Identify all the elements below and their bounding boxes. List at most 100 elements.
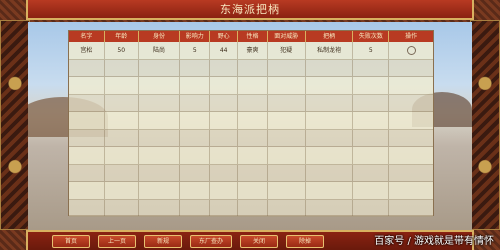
cell-personality xyxy=(238,164,268,181)
table-row xyxy=(69,199,433,217)
table-row xyxy=(69,129,433,147)
header-ambition: 野心 xyxy=(210,31,239,42)
cell-leverage xyxy=(306,147,354,164)
table-row xyxy=(69,77,433,95)
header-fail-count: 失败次数 xyxy=(353,31,390,42)
header-influence: 影响力 xyxy=(180,31,211,42)
cell-personality xyxy=(238,94,268,111)
header-threat-response: 面对威胁 xyxy=(268,31,306,42)
cell-action xyxy=(389,182,433,199)
table-row[interactable]: 宫松 50 陆尚 5 44 豪爽 犯疑 私制龙袍 5 xyxy=(69,42,433,60)
cell-threat-response xyxy=(268,94,306,111)
cell-threat-response xyxy=(268,199,306,216)
cell-ambition xyxy=(210,182,239,199)
cell-leverage xyxy=(306,112,354,129)
cell-age xyxy=(105,147,139,164)
cell-age xyxy=(105,182,139,199)
cell-personality xyxy=(238,147,268,164)
cell-influence xyxy=(180,147,211,164)
cell-ambition xyxy=(210,94,239,111)
prev-page-button[interactable]: 上一页 xyxy=(98,234,136,248)
cell-name xyxy=(69,182,105,199)
cell-personality: 豪爽 xyxy=(238,42,268,59)
header-age: 年龄 xyxy=(105,31,139,42)
cell-age: 50 xyxy=(105,42,139,59)
cell-age xyxy=(105,77,139,94)
table-row xyxy=(69,112,433,130)
cell-leverage xyxy=(306,182,354,199)
east-depot-investigate-button[interactable]: 东厂查办 xyxy=(190,234,233,248)
cell-threat-response xyxy=(268,59,306,76)
cell-influence xyxy=(180,77,211,94)
cell-ambition: 44 xyxy=(210,42,239,59)
cell-ambition xyxy=(210,164,239,181)
cell-influence xyxy=(180,94,211,111)
cell-identity xyxy=(139,147,181,164)
eliminate-button[interactable]: 除掉 xyxy=(286,234,325,248)
cell-influence xyxy=(180,112,211,129)
watermark: 百家号 / 游戏就是带有情怀 xyxy=(374,236,494,247)
cell-age xyxy=(105,112,139,129)
cell-personality xyxy=(238,182,268,199)
cell-fail-count xyxy=(353,94,390,111)
cell-action xyxy=(389,112,433,129)
cell-name xyxy=(69,164,105,181)
header-action: 操作 xyxy=(405,33,418,40)
cell-leverage xyxy=(306,199,354,216)
cell-leverage xyxy=(306,59,354,76)
cell-action xyxy=(389,60,433,77)
cell-fail-count xyxy=(353,112,390,129)
cell-action xyxy=(389,200,433,217)
header-leverage: 把柄 xyxy=(306,31,354,42)
cell-personality xyxy=(238,77,268,94)
cell-name xyxy=(69,129,105,146)
right-ornament xyxy=(470,20,500,230)
cell-leverage xyxy=(306,129,354,146)
cell-ambition xyxy=(210,199,239,216)
cell-threat-response xyxy=(268,77,306,94)
cell-personality xyxy=(238,129,268,146)
window-title: 东海派把柄 xyxy=(220,3,280,16)
cell-name xyxy=(69,147,105,164)
header-name: 名字 xyxy=(69,31,105,42)
first-page-button[interactable]: 首页 xyxy=(52,234,90,248)
close-button[interactable]: 关闭 xyxy=(240,234,279,248)
cell-influence xyxy=(180,129,211,146)
cell-ambition xyxy=(210,59,239,76)
table-row xyxy=(69,94,433,112)
header-identity: 身份 xyxy=(139,31,181,42)
cell-ambition xyxy=(210,77,239,94)
title-bar: 东海派把柄 xyxy=(26,0,474,20)
table-header: 名字 年龄 身份 影响力 野心 性格 面对威胁 把柄 失败次数 操作 xyxy=(69,31,433,42)
table-row xyxy=(69,147,433,165)
cell-age xyxy=(105,164,139,181)
cell-age xyxy=(105,59,139,76)
cell-leverage xyxy=(306,94,354,111)
cell-fail-count xyxy=(353,147,390,164)
cell-threat-response xyxy=(268,129,306,146)
select-circle-icon[interactable] xyxy=(406,45,416,55)
cell-identity xyxy=(139,77,181,94)
table-row xyxy=(69,59,433,77)
cell-identity xyxy=(139,129,181,146)
left-ornament xyxy=(0,20,30,230)
cell-action xyxy=(389,77,433,94)
next-button[interactable]: 新规 xyxy=(144,234,182,248)
cell-fail-count xyxy=(353,182,390,199)
cell-personality xyxy=(238,199,268,216)
cell-influence xyxy=(180,182,211,199)
cell-influence: 5 xyxy=(180,42,211,59)
cell-name xyxy=(69,112,105,129)
cell-age xyxy=(105,129,139,146)
cell-identity xyxy=(139,182,181,199)
cell-leverage: 私制龙袍 xyxy=(306,42,354,59)
cell-identity xyxy=(139,112,181,129)
cell-action xyxy=(389,95,433,112)
cell-identity xyxy=(139,164,181,181)
cell-ambition xyxy=(210,147,239,164)
leverage-table: 名字 年龄 身份 影响力 野心 性格 面对威胁 把柄 失败次数 操作 宫松 50 陆… xyxy=(68,30,434,217)
cell-age xyxy=(105,94,139,111)
cell-influence xyxy=(180,59,211,76)
cell-fail-count: 5 xyxy=(353,42,390,59)
cell-name: 宫松 xyxy=(69,42,105,59)
